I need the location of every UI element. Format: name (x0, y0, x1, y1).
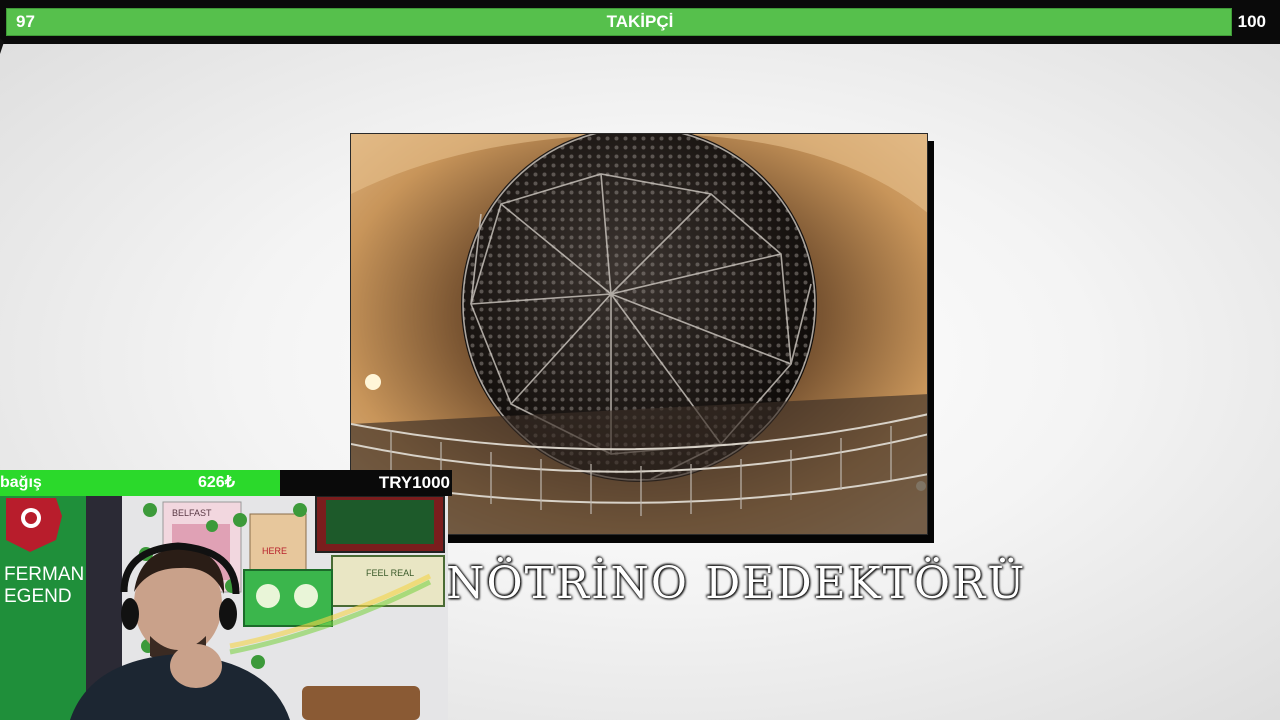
donation-amount: 626₺ (198, 474, 235, 491)
poster-text-2: HERE (262, 546, 287, 556)
banner-text-2: EGEND (4, 586, 72, 607)
mouse-cursor-icon (0, 38, 4, 54)
donation-target: TRY1000 (378, 473, 450, 492)
donation-goal-progress-fill (0, 470, 280, 496)
webcam-feed: FERMAN EGEND BELFAST HERE FEEL REAL (0, 496, 448, 720)
poster-text-1: BELFAST (172, 508, 212, 518)
donation-goal-bar: bağış 626₺ TRY1000 (0, 470, 452, 496)
banner-text-1: FERMAN (4, 564, 84, 585)
follower-count-target: 100 (1237, 12, 1266, 31)
follower-goal-bar: 97 TAKİPÇİ 100 (0, 0, 1280, 44)
webcam-scene-icon: FERMAN EGEND BELFAST HERE FEEL REAL (0, 496, 448, 720)
follower-goal-title: TAKİPÇİ (606, 12, 674, 31)
donation-label: bağış (0, 474, 42, 491)
photo-caption: NÖTRİNO DEDEKTÖRÜ (446, 558, 1027, 609)
poster-text-3: FEEL REAL (366, 568, 414, 578)
